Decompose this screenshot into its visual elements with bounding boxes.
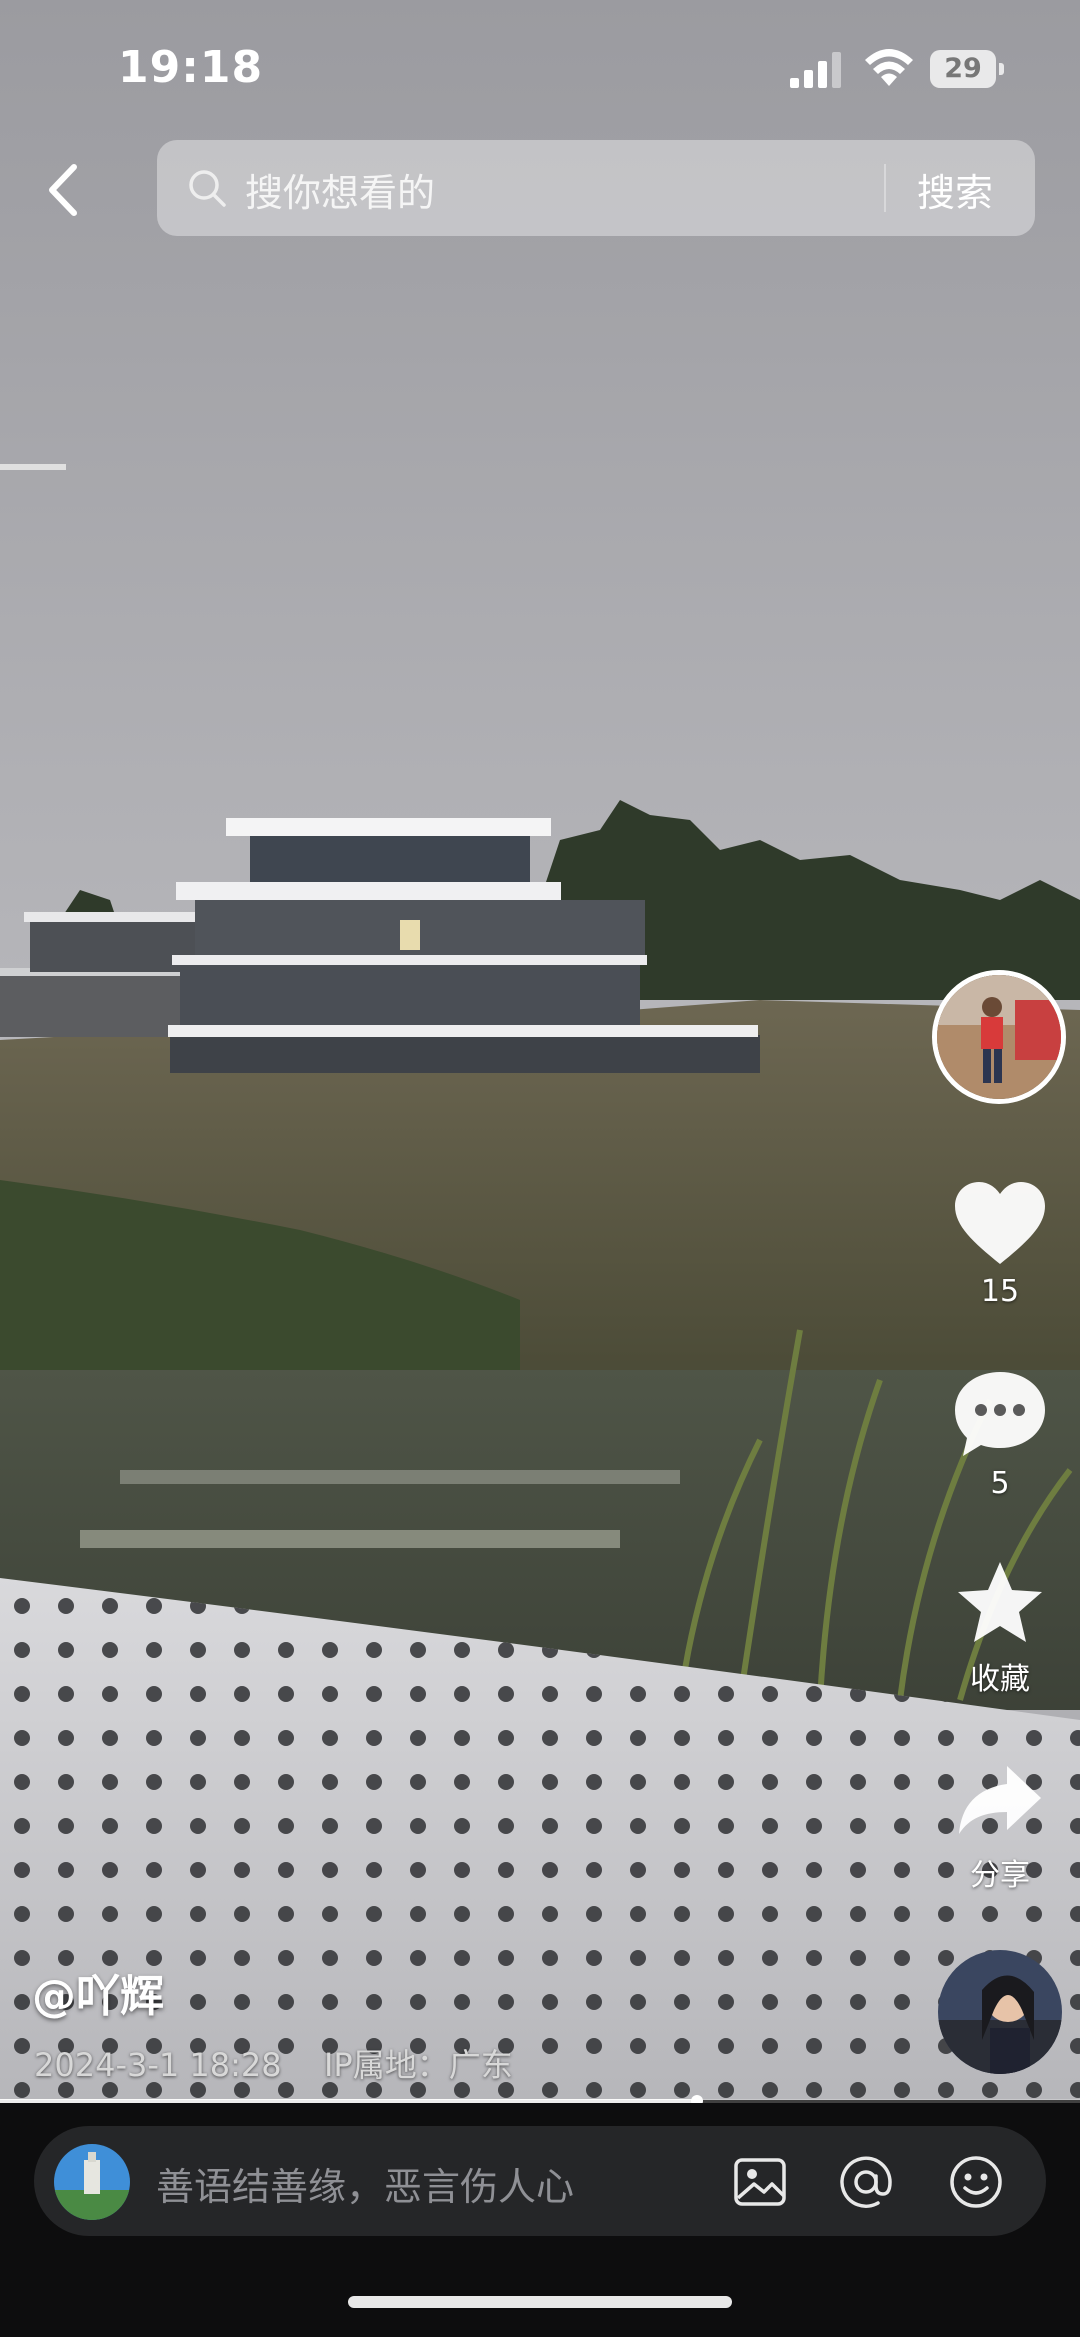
like-action[interactable]: 15 — [930, 1180, 1070, 1309]
share-icon[interactable] — [955, 1762, 1045, 1842]
cellular-signal-icon — [790, 52, 841, 88]
comment-composer[interactable]: 善语结善缘，恶言伤人心 — [34, 2126, 1046, 2236]
user-avatar-image — [54, 2144, 130, 2220]
comment-placeholder[interactable]: 善语结善缘，恶言伤人心 — [156, 2156, 574, 2211]
search-button[interactable]: 搜索 — [917, 162, 993, 217]
comment-count: 5 — [990, 1466, 1010, 1501]
at-icon[interactable] — [838, 2154, 894, 2210]
star-icon[interactable] — [955, 1560, 1045, 1646]
video-screen: 19:18 29 搜你想看的 搜索 15 5 收藏 分享 @吖辉 2024-3-… — [0, 0, 1080, 2337]
creator-avatar[interactable] — [932, 970, 1066, 1104]
comment-action[interactable]: 5 — [930, 1370, 1070, 1501]
wifi-icon — [865, 49, 913, 86]
share-label: 分享 — [970, 1858, 1030, 1893]
like-count: 15 — [980, 1274, 1020, 1309]
video-frame[interactable] — [0, 0, 1080, 2100]
back-icon[interactable] — [30, 155, 100, 225]
post-meta: 2024-3-1 18:28 IP属地：广东 — [34, 2040, 513, 2086]
battery-level: 29 — [930, 50, 996, 88]
author-name[interactable]: @吖辉 — [32, 1960, 164, 2024]
creator-avatar-image — [937, 975, 1061, 1099]
user-avatar — [54, 2144, 130, 2220]
emoji-icon[interactable] — [948, 2154, 1004, 2210]
post-date: 2024-3-1 18:28 — [34, 2046, 282, 2084]
search-divider — [884, 164, 886, 212]
music-disc-avatar[interactable] — [938, 1950, 1062, 2074]
search-bar[interactable]: 搜你想看的 搜索 — [157, 140, 1035, 236]
favorite-label: 收藏 — [970, 1662, 1030, 1697]
share-action[interactable]: 分享 — [930, 1762, 1070, 1894]
home-indicator[interactable] — [348, 2296, 732, 2308]
comment-icon[interactable] — [953, 1370, 1047, 1458]
bottom-bar: 善语结善缘，恶言伤人心 — [0, 2103, 1080, 2337]
status-bar: 19:18 29 — [0, 0, 1080, 140]
battery-indicator: 29 — [930, 50, 1006, 90]
search-icon — [189, 170, 226, 207]
heart-icon[interactable] — [953, 1180, 1047, 1266]
status-time: 19:18 — [118, 42, 264, 93]
post-ip-location: IP属地：广东 — [323, 2046, 513, 2084]
battery-cap — [999, 63, 1004, 75]
favorite-action[interactable]: 收藏 — [930, 1560, 1070, 1698]
image-icon[interactable] — [732, 2154, 788, 2210]
music-disc-image — [938, 1950, 1062, 2074]
search-placeholder[interactable]: 搜你想看的 — [245, 162, 435, 217]
